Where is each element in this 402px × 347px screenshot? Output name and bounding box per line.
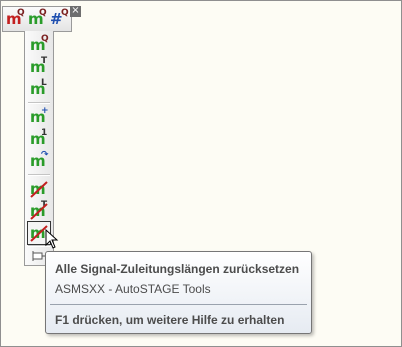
glyph-sup: T [41, 56, 48, 66]
m-q-button[interactable]: m Q [29, 35, 49, 55]
glyph-sup: Q [61, 8, 69, 18]
glyph-sup: Q [39, 8, 47, 18]
measure-l-icon: m L [29, 79, 49, 99]
m-l-button[interactable]: m L [29, 79, 49, 99]
toolbar-close-button[interactable]: × [70, 6, 81, 17]
measure-redo-icon: m ↷ [29, 151, 49, 171]
glyph-sup: Q [17, 8, 25, 18]
m-arrow-button[interactable]: m ↷ [29, 151, 49, 171]
mouse-cursor-icon [45, 229, 59, 249]
measure-green-q-button[interactable]: m Q [27, 9, 47, 29]
top-toolbar: m Q m Q # Q [2, 6, 72, 32]
toolbar-separator [28, 174, 50, 176]
tooltip-title: Alle Signal-Zuleitungslängen zurücksetze… [55, 262, 300, 276]
m-plus-button[interactable]: m + [29, 107, 49, 127]
glyph-sup: 1 [41, 128, 48, 138]
tooltip-help: F1 drücken, um weitere Hilfe zu erhalten [55, 313, 285, 327]
hash-q-button[interactable]: # Q [49, 9, 69, 29]
tooltip-subtitle: ASMSXX - AutoSTAGE Tools [55, 282, 211, 296]
glyph-sup: ↷ [41, 150, 49, 160]
measure-one-icon: m 1 [29, 129, 49, 149]
measure-t-icon: m T [29, 57, 49, 77]
reset-all-button[interactable]: m [29, 179, 49, 199]
hash-q-icon: # Q [49, 9, 69, 29]
glyph-sup: L [41, 78, 47, 88]
measure-red-q-button[interactable]: m Q [5, 9, 25, 29]
close-icon: × [71, 5, 80, 16]
toolbar-separator [28, 102, 50, 104]
strike-line [30, 181, 48, 198]
reset-measure-icon: m [29, 179, 49, 199]
glyph-sup: Q [41, 34, 49, 44]
strike-line [30, 203, 48, 220]
measure-q-icon: m Q [29, 35, 49, 55]
measure-q-icon: m Q [27, 9, 47, 29]
measure-q-icon: m Q [5, 9, 25, 29]
tooltip-divider [50, 304, 307, 305]
reset-measure-t-icon: m T [29, 201, 49, 221]
measure-add-icon: m + [29, 107, 49, 127]
m-t-button[interactable]: m T [29, 57, 49, 77]
reset-t-button[interactable]: m T [29, 201, 49, 221]
m-one-button[interactable]: m 1 [29, 129, 49, 149]
glyph-sup: + [41, 106, 49, 116]
tooltip: Alle Signal-Zuleitungslängen zurücksetze… [45, 251, 312, 334]
window-frame: m Q m Q # Q × m Q m T m L m + m 1 m ↷ m … [0, 0, 402, 347]
